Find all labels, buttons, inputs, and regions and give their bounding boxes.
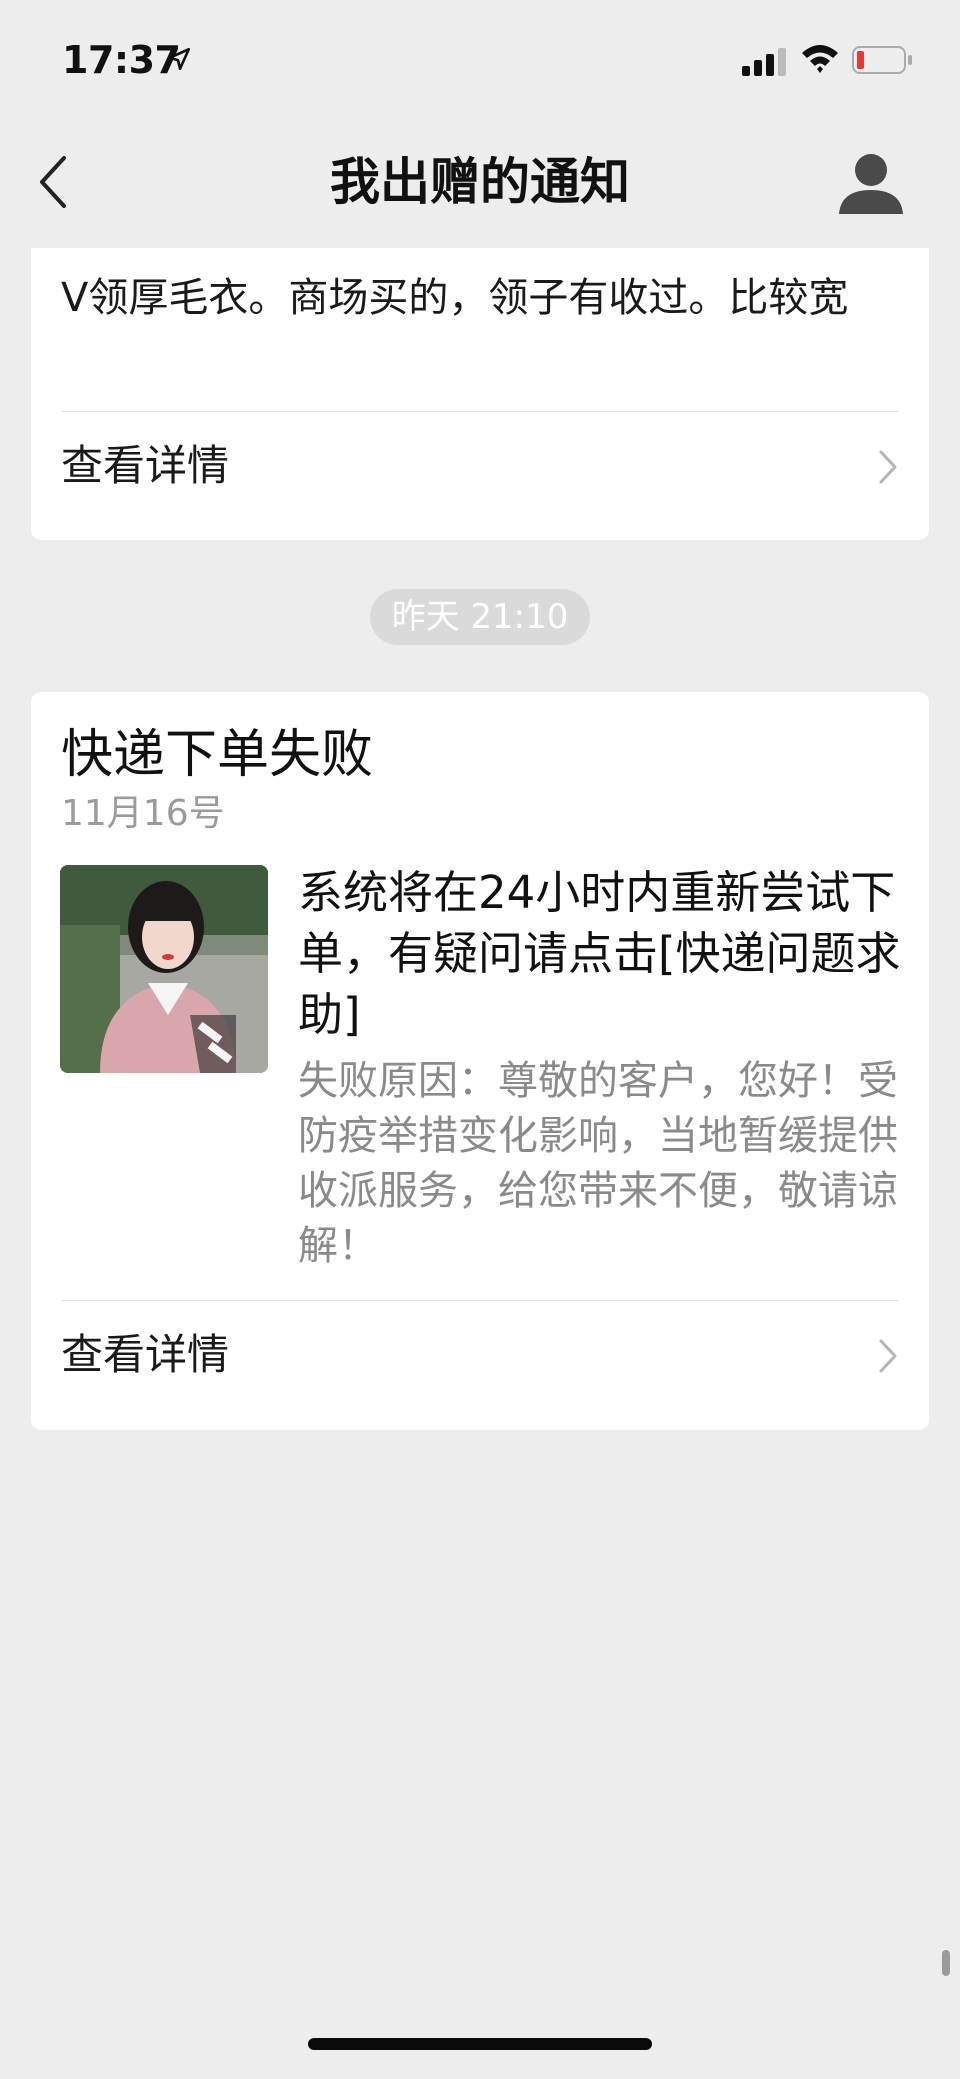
notification-message: 系统将在24小时内重新尝试下单，有疑问请点击[快递问题求助] xyxy=(298,866,901,1041)
item-photo-thumbnail xyxy=(60,865,268,1073)
notification-card: V领厚毛衣。商场买的，领子有收过。比较宽 查看详情 xyxy=(31,248,929,540)
view-details-row[interactable]: 查看详情 xyxy=(31,412,929,522)
battery-low-icon xyxy=(852,46,912,74)
wifi-icon xyxy=(802,45,838,73)
chevron-right-icon xyxy=(879,1339,897,1373)
failure-reason: 失败原因：尊敬的客户，您好！受防疫举措变化影响，当地暂缓提供收派服务，给您带来不… xyxy=(298,1058,898,1269)
location-arrow-icon xyxy=(167,47,191,71)
timestamp-pill: 昨天 21:10 xyxy=(370,589,590,645)
page-title: 我出赠的通知 xyxy=(330,153,630,211)
status-time: 17:37 xyxy=(62,38,181,82)
item-description: V领厚毛衣。商场买的，领子有收过。比较宽 xyxy=(61,275,849,321)
notification-card: 快递下单失败 11月16号 系统将在24小时内重新尝试下单，有疑问请点击[快递问… xyxy=(31,692,929,1430)
notification-title: 快递下单失败 xyxy=(61,725,374,785)
view-details-label: 查看详情 xyxy=(61,441,230,490)
view-details-label: 查看详情 xyxy=(61,1330,230,1379)
scrollbar-thumb[interactable] xyxy=(942,1950,950,1976)
view-details-row[interactable]: 查看详情 xyxy=(31,1301,929,1411)
chevron-right-icon xyxy=(879,450,897,484)
cellular-signal-icon xyxy=(742,48,786,76)
home-indicator[interactable] xyxy=(308,2038,652,2050)
user-profile-icon[interactable] xyxy=(836,148,906,218)
status-bar: 17:37 xyxy=(0,0,960,118)
notification-date: 11月16号 xyxy=(61,793,225,834)
